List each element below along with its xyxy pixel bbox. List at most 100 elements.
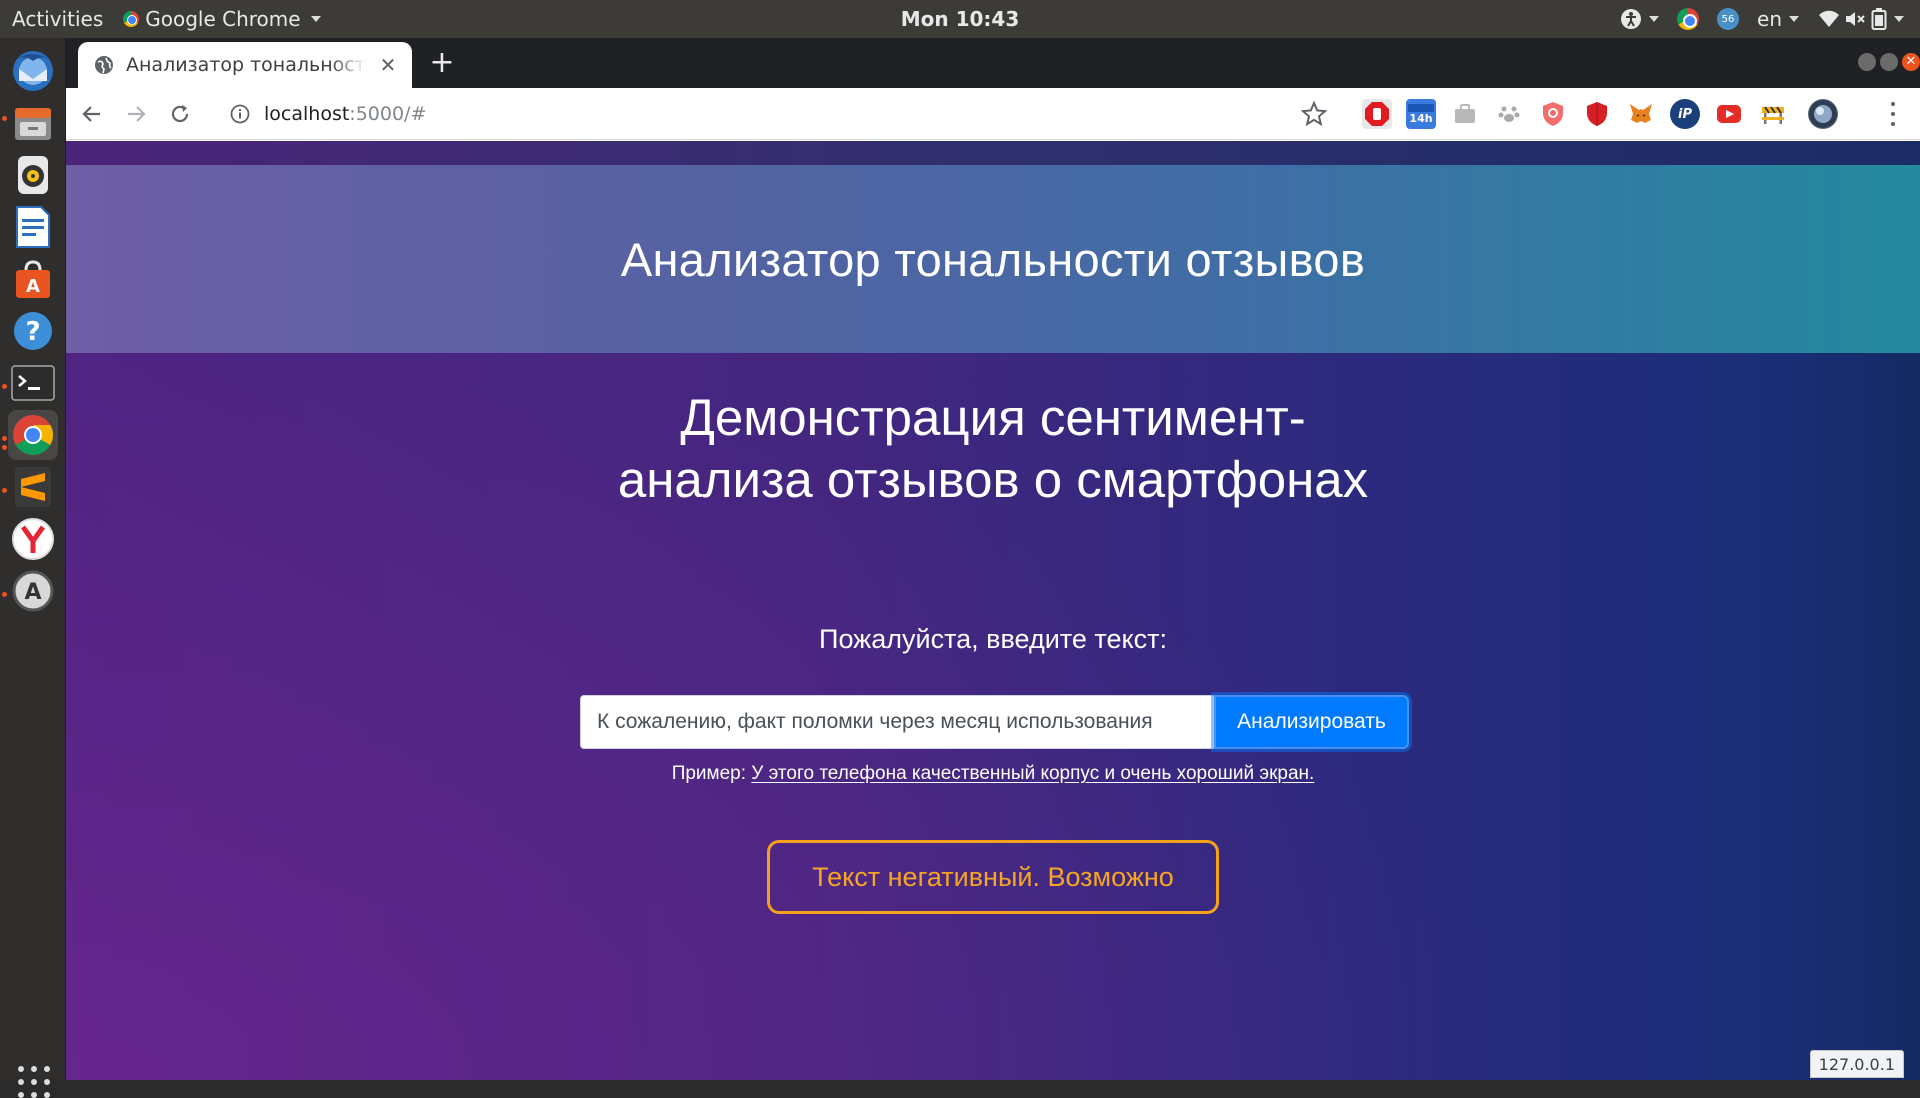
- maximize-button[interactable]: [1880, 53, 1898, 71]
- chrome-icon: [13, 415, 53, 455]
- clock[interactable]: Mon 10:43: [901, 7, 1020, 31]
- dock-writer[interactable]: [8, 202, 58, 252]
- thunderbird-icon: [13, 51, 53, 91]
- header-title: Анализатор тональности отзывов: [620, 232, 1366, 286]
- dock-rhythmbox[interactable]: [8, 150, 58, 200]
- tab-active[interactable]: Анализатор тональности отзывов ✕: [78, 42, 412, 88]
- analyze-form: Анализировать: [580, 695, 1409, 749]
- subtitle-line-1: Демонстрация сентимент-: [680, 389, 1306, 446]
- chevron-down-icon: [1894, 16, 1904, 22]
- dock-sublime-text[interactable]: [8, 462, 58, 512]
- accessibility-menu[interactable]: [1620, 8, 1660, 30]
- briefcase-extension[interactable]: [1450, 99, 1480, 129]
- chrome-window: Анализатор тональности отзывов ✕ + ✕ loc…: [66, 38, 1920, 1080]
- app-menu-label: Google Chrome: [145, 7, 301, 31]
- metamask-extension[interactable]: [1626, 99, 1656, 129]
- paw-extension[interactable]: [1494, 99, 1524, 129]
- dock-files[interactable]: [8, 98, 58, 148]
- bookmark-star-icon[interactable]: [1300, 100, 1328, 128]
- subtitle-line-2: анализа отзывов о смартфонах: [617, 451, 1369, 508]
- page-subtitle: Демонстрация сентимент- анализа отзывов …: [493, 387, 1493, 511]
- calendar-icon: [1408, 103, 1434, 112]
- youtube-extension[interactable]: [1714, 99, 1744, 129]
- dock-chrome[interactable]: [8, 410, 58, 460]
- close-tab-icon[interactable]: ✕: [378, 53, 398, 77]
- globe-icon: [95, 56, 113, 74]
- security-extension[interactable]: [1582, 99, 1612, 129]
- terminal-icon: [11, 365, 55, 401]
- result-text: Текст негативный. Возможно: [812, 861, 1174, 892]
- example-hint: Пример: У этого телефона качественный ко…: [493, 763, 1493, 785]
- ubuntu-dock: A ? A: [0, 38, 66, 1098]
- language-label: en: [1757, 7, 1782, 31]
- prompt-label: Пожалуйста, введите текст:: [819, 624, 1167, 654]
- arrow-left-icon: [82, 105, 100, 122]
- calendar-extension[interactable]: 14h: [1406, 99, 1436, 129]
- privacy-extension[interactable]: [1538, 99, 1568, 129]
- reload-icon: [171, 104, 189, 122]
- dock-running-indicator: [2, 116, 7, 121]
- barrier-extension[interactable]: [1758, 99, 1788, 129]
- host-status-badge: 127.0.0.1: [1809, 1050, 1904, 1078]
- show-applications-button[interactable]: [18, 1066, 50, 1098]
- ip-icon: iP: [1678, 106, 1692, 122]
- app-menu[interactable]: Google Chrome: [123, 7, 321, 31]
- info-icon[interactable]: [230, 104, 250, 124]
- battery-icon: [1871, 8, 1887, 30]
- tab-title: Анализатор тональности отзывов: [126, 54, 366, 76]
- analyze-button[interactable]: Анализировать: [1214, 695, 1409, 749]
- dock-yandex[interactable]: [8, 514, 58, 564]
- system-menu[interactable]: [1817, 8, 1904, 30]
- dock-running-indicator: [2, 592, 7, 597]
- page-viewport: Анализатор тональности отзывов Демонстра…: [66, 141, 1920, 1080]
- help-icon: ?: [14, 312, 52, 350]
- dock-running-indicator: [2, 436, 7, 441]
- shopping-bag-icon: A: [16, 260, 50, 298]
- dock-terminal[interactable]: [8, 358, 58, 408]
- language-menu[interactable]: en: [1757, 7, 1799, 31]
- dock-running-indicator: [2, 445, 7, 450]
- dock-software-center[interactable]: A: [8, 254, 58, 304]
- stop-hand-icon: [1365, 102, 1389, 126]
- dock-software-updater[interactable]: A: [8, 566, 58, 616]
- address-bar[interactable]: localhost:5000/#: [216, 94, 1406, 134]
- forward-button[interactable]: [118, 96, 154, 132]
- top-strip: [66, 141, 1920, 165]
- review-text-input[interactable]: [580, 695, 1214, 749]
- activities-button[interactable]: Activities: [12, 7, 103, 31]
- adblock-extension[interactable]: [1362, 99, 1392, 129]
- example-prefix: Пример:: [671, 763, 746, 784]
- gnome-top-bar: Activities Google Chrome Mon 10:43 56 en: [0, 0, 1920, 38]
- svg-text:A: A: [26, 276, 40, 297]
- software-updater-icon: A: [12, 570, 54, 612]
- accessibility-icon: [1621, 9, 1642, 29]
- reload-button[interactable]: [162, 96, 198, 132]
- svg-text:A: A: [24, 580, 41, 605]
- chrome-tray-icon[interactable]: [1677, 8, 1700, 30]
- music-player-icon: [18, 156, 48, 194]
- chevron-down-icon: [1649, 16, 1660, 22]
- svg-text:?: ?: [25, 317, 40, 347]
- header-banner: Анализатор тональности отзывов: [66, 165, 1920, 353]
- dock-help[interactable]: ?: [8, 306, 58, 356]
- url-path: :5000/#: [349, 103, 427, 125]
- volume-muted-icon: [1846, 12, 1865, 26]
- new-tab-button[interactable]: +: [424, 46, 460, 82]
- dock-running-indicator: [2, 488, 7, 493]
- paw-icon: [1498, 106, 1520, 122]
- close-window-button[interactable]: ✕: [1902, 53, 1920, 71]
- profile-avatar[interactable]: [1808, 99, 1838, 129]
- tray-badge-icon[interactable]: 56: [1717, 8, 1740, 30]
- back-button[interactable]: [74, 96, 110, 132]
- minimize-button[interactable]: [1858, 53, 1876, 71]
- example-link[interactable]: У этого телефона качественный корпус и о…: [751, 763, 1314, 784]
- tab-strip: Анализатор тональности отзывов ✕ + ✕: [66, 38, 1920, 88]
- shield-icon: [1543, 102, 1563, 126]
- ip-extension[interactable]: iP: [1670, 99, 1700, 129]
- dock-thunderbird[interactable]: [8, 46, 58, 96]
- chrome-menu-button[interactable]: [1888, 102, 1898, 126]
- chevron-down-icon: [1789, 16, 1799, 22]
- url-text: localhost:5000/#: [264, 103, 426, 125]
- briefcase-icon: [1455, 104, 1475, 123]
- extensions-bar: 14h iP: [1362, 98, 1838, 130]
